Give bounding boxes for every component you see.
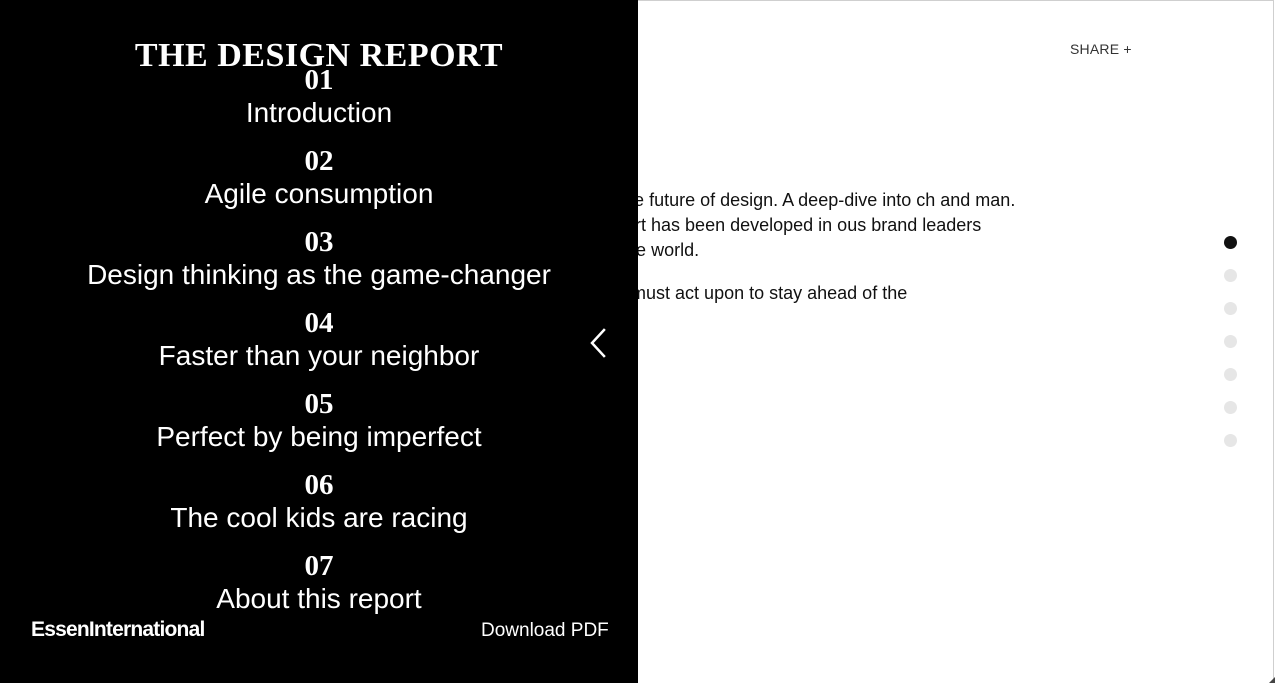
toc-item-label: Agile consumption bbox=[204, 178, 434, 209]
toc-item-label: About this report bbox=[216, 583, 422, 614]
toc-item-introduction[interactable]: 01 Introduction bbox=[0, 64, 638, 145]
toc-item-agile-consumption[interactable]: 02 Agile consumption bbox=[0, 145, 638, 226]
toc-item-number: 05 bbox=[304, 388, 334, 420]
toc-item-number: 02 bbox=[304, 145, 334, 177]
section-dot-nav bbox=[1224, 236, 1237, 467]
toc-item-number: 01 bbox=[304, 64, 334, 96]
toc-item-label: The cool kids are racing bbox=[170, 502, 468, 533]
toc-item-cool-kids-racing[interactable]: 06 The cool kids are racing bbox=[0, 469, 638, 550]
report-page: SHARE + on into the future of design. A … bbox=[0, 0, 1275, 683]
section-dot-1[interactable] bbox=[1224, 236, 1237, 249]
resize-corner-icon bbox=[1269, 677, 1275, 683]
section-dot-2[interactable] bbox=[1224, 269, 1237, 282]
toc-item-perfect-imperfect[interactable]: 05 Perfect by being imperfect bbox=[0, 388, 638, 469]
toc-item-design-thinking[interactable]: 03 Design thinking as the game-changer bbox=[0, 226, 638, 307]
toc-item-number: 03 bbox=[304, 226, 334, 258]
toc-item-faster-than-neighbor[interactable]: 04 Faster than your neighbor bbox=[0, 307, 638, 388]
chevron-left-icon bbox=[590, 328, 606, 358]
section-dot-5[interactable] bbox=[1224, 368, 1237, 381]
section-dot-7[interactable] bbox=[1224, 434, 1237, 447]
toc-item-number: 07 bbox=[304, 550, 334, 582]
table-of-contents-panel: THE DESIGN REPORT 01 Introduction 02 Agi… bbox=[0, 0, 638, 683]
download-pdf-link[interactable]: Download PDF bbox=[481, 620, 609, 642]
toc-item-label: Faster than your neighbor bbox=[158, 340, 480, 371]
collapse-menu-button[interactable] bbox=[584, 326, 614, 360]
toc-item-label: Perfect by being imperfect bbox=[156, 421, 482, 452]
brand-logo[interactable]: EssenInternational bbox=[31, 618, 205, 642]
section-dot-4[interactable] bbox=[1224, 335, 1237, 348]
toc-item-number: 06 bbox=[304, 469, 334, 501]
section-dot-3[interactable] bbox=[1224, 302, 1237, 315]
section-dot-6[interactable] bbox=[1224, 401, 1237, 414]
toc-item-number: 04 bbox=[304, 307, 334, 339]
share-button[interactable]: SHARE + bbox=[1070, 41, 1132, 57]
toc-item-label: Design thinking as the game-changer bbox=[87, 259, 551, 290]
toc-list: 01 Introduction 02 Agile consumption 03 … bbox=[0, 64, 638, 631]
toc-item-label: Introduction bbox=[245, 97, 393, 128]
